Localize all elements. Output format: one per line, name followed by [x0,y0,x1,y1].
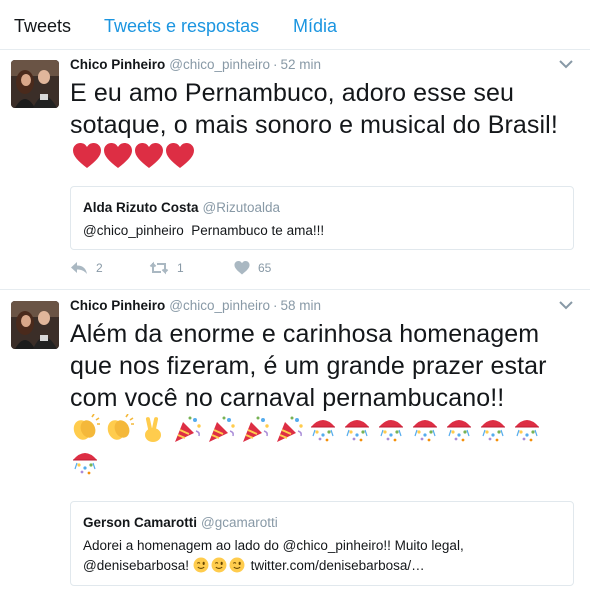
retweet-button[interactable]: 1 [149,261,184,275]
reply-button[interactable]: 2 [70,261,103,275]
quoted-author-name: Alda Rizuto Costa [83,200,199,215]
confetti-ball-icon [413,420,437,442]
author-handle[interactable]: @chico_pinheiro [169,57,270,72]
avatar[interactable] [11,301,59,349]
victory-hand-icon [145,417,161,442]
like-count: 65 [258,261,272,275]
tweet-text-body: E eu amo Pernambuco, adoro esse seu sota… [70,79,558,139]
quoted-tweet[interactable]: Gerson Camarotti @gcamarotti Adorei a hom… [70,501,574,586]
reply-count: 2 [96,261,103,275]
red-heart-icon [73,143,101,168]
tab-tweets[interactable]: Tweets [14,16,71,37]
author-name[interactable]: Chico Pinheiro [70,57,165,72]
confetti-ball-icon [379,420,403,442]
tweet-actions: 2 1 65 [70,261,370,281]
clapping-hands-icon [73,414,100,440]
quoted-author-handle: @Rizutoalda [202,200,281,215]
tweet-text-body: Além da enorme e carinhosa homenagem que… [70,320,547,412]
tweet-timestamp[interactable]: 58 min [281,298,322,313]
confetti-ball-icon [481,420,505,442]
hearts-emoji-group [70,143,194,177]
party-popper-icon [175,416,201,442]
confetti-ball-icon [73,453,97,475]
clapping-hands-icon [107,414,134,440]
author-name[interactable]: Chico Pinheiro [70,298,165,313]
avatar[interactable] [11,60,59,108]
tab-tweets-and-replies[interactable]: Tweets e respostas [104,16,259,37]
confetti-ball-icon [345,420,369,442]
retweet-count: 1 [177,261,184,275]
quoted-tweet-header: Alda Rizuto Costa @Rizutoalda [83,200,280,215]
winking-face-icon [211,557,227,573]
author-handle[interactable]: @chico_pinheiro [169,298,270,313]
red-heart-icon [135,143,163,168]
red-heart-icon [166,143,194,168]
emoji-group [70,414,574,480]
quoted-tweet[interactable]: Alda Rizuto Costa @Rizutoalda @chico_pinh… [70,186,574,250]
quoted-author-handle: @gcamarotti [201,515,278,530]
tweet-header: Chico Pinheiro @chico_pinheiro · 58 min [70,298,321,313]
confetti-ball-icon [447,420,471,442]
party-popper-icon [243,416,269,442]
quoted-link[interactable]: twitter.com/denisebarbosa/… [251,558,425,573]
red-heart-icon [104,143,132,168]
tweet-text: Além da enorme e carinhosa homenagem que… [70,318,574,480]
tab-media[interactable]: Mídia [293,16,337,37]
separator-dot: · [273,298,278,313]
quoted-tweet-line: Adorei a homenagem ao lado do @chico_pin… [83,538,464,553]
winking-face-icon [229,557,245,573]
confetti-ball-icon [515,420,539,442]
quoted-author-name: Gerson Camarotti [83,515,198,530]
quoted-tweet-text: @chico_pinheiro Pernambuco te ama!!! [83,223,325,238]
like-button[interactable]: 65 [234,261,271,275]
quoted-tweet-line: @denisebarbosa! twitter.com/denisebarbos… [83,556,553,576]
quoted-tweet-text: Adorei a homenagem ao lado do @chico_pin… [83,536,553,576]
tweet[interactable]: Chico Pinheiro @chico_pinheiro · 52 min E e… [0,50,590,290]
like-heart-icon [234,261,250,275]
winking-emoji-group [193,557,247,573]
retweet-icon [149,261,169,275]
party-popper-icon [209,416,235,442]
confetti-ball-icon [311,420,335,442]
tweet-text: E eu amo Pernambuco, adoro esse seu sota… [70,77,570,177]
winking-face-icon [193,557,209,573]
party-popper-icon [277,416,303,442]
chevron-down-icon[interactable] [559,60,573,69]
tweet-timestamp[interactable]: 52 min [281,57,322,72]
tweet[interactable]: Chico Pinheiro @chico_pinheiro · 58 min Alé… [0,291,590,598]
tweet-header: Chico Pinheiro @chico_pinheiro · 52 min [70,57,321,72]
quoted-tweet-header: Gerson Camarotti @gcamarotti [83,515,278,530]
separator-dot: · [273,57,278,72]
chevron-down-icon[interactable] [559,301,573,310]
profile-tabs: Tweets Tweets e respostas Mídia [0,0,590,50]
reply-icon [71,262,87,274]
quoted-mention: @denisebarbosa! [83,558,190,573]
